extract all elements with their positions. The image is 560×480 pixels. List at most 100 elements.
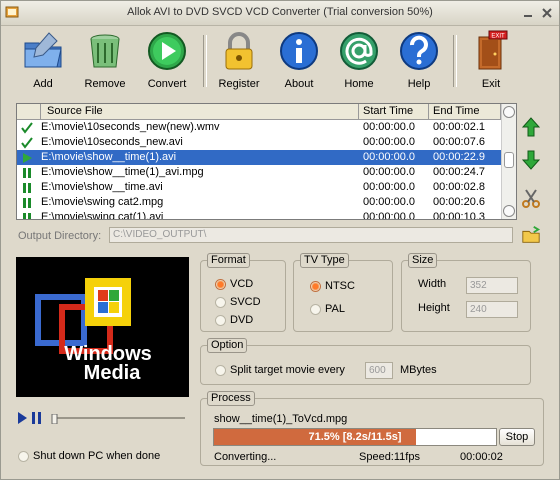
format-title: Format [207, 253, 250, 268]
format-dvd-label: DVD [230, 314, 254, 326]
row-source-file: E:\movie\swing cat(1).avi [41, 211, 164, 220]
row-start-time: 00:00:00.0 [363, 211, 415, 220]
pause-icon[interactable] [32, 412, 35, 424]
tv-ntsc-label: NTSC [325, 280, 355, 292]
row-source-file: E:\movie\show__time(1).avi [41, 151, 177, 163]
row-start-time: 00:00:00.0 [363, 151, 415, 163]
header-start-time[interactable]: Start Time [359, 104, 429, 119]
remove-button[interactable]: Remove [77, 29, 133, 93]
exit-button[interactable]: EXIT Exit [463, 29, 519, 93]
preview-seek-slider[interactable] [51, 413, 187, 425]
table-row[interactable]: E:\movie\show__time(1).avi 00:00:00.0 00:0… [17, 150, 501, 165]
table-row[interactable]: E:\movie\swing cat(1).avi 00:00:00.0 00:00… [17, 210, 501, 220]
option-group: Option Split target movie every 600 MByt… [200, 338, 531, 385]
logo-line2: Media [84, 362, 142, 384]
row-end-time: 00:00:20.6 [433, 196, 485, 208]
browse-folder-icon[interactable] [521, 225, 541, 245]
title-bar: Allok AVI to DVD SVCD VCD Converter (Tri… [1, 1, 559, 26]
row-source-file: E:\movie\show__time(1)_avi.mpg [41, 166, 204, 178]
app-window: Allok AVI to DVD SVCD VCD Converter (Tri… [0, 0, 560, 480]
table-row[interactable]: E:\movie\show__time(1)_avi.mpg 00:00:00.0… [17, 165, 501, 180]
help-button[interactable]: Help [391, 29, 447, 93]
table-row[interactable]: E:\movie\10seconds_new.avi 00:00:00.0 00:0… [17, 135, 501, 150]
exit-door-icon: EXIT [478, 30, 508, 70]
row-start-time: 00:00:00.0 [363, 196, 415, 208]
table-row[interactable]: E:\movie\swing cat2.mpg 00:00:00.0 00:00:2… [17, 195, 501, 210]
format-vcd-label: VCD [230, 278, 254, 290]
home-button[interactable]: Home [331, 29, 387, 93]
convert-label: Convert [147, 78, 187, 90]
width-label: Width [418, 278, 447, 290]
window-title: Allok AVI to DVD SVCD VCD Converter (Tri… [127, 6, 433, 18]
scroll-up-button[interactable] [503, 106, 515, 118]
source-file-list[interactable]: Source File Start Time End Time E:\movie… [16, 103, 517, 220]
close-icon[interactable] [540, 6, 554, 20]
split-checkbox[interactable] [215, 365, 226, 376]
row-end-time: 00:00:24.7 [433, 166, 485, 178]
pause-icon [23, 198, 31, 208]
folder-add-icon [24, 32, 62, 68]
progress-text: 71.5% [8.2s/11.5s] [308, 431, 402, 443]
table-row[interactable]: E:\movie\show__time.avi 00:00:00.0 00:00:0… [17, 180, 501, 195]
height-field[interactable]: 240 [466, 301, 518, 318]
toolbar: Add Remove Convert Register About Home H… [7, 29, 551, 93]
stop-button[interactable]: Stop [499, 428, 535, 446]
add-button[interactable]: Add [15, 29, 71, 93]
width-field[interactable]: 352 [466, 277, 518, 294]
play-icon [23, 153, 32, 163]
player-controls [18, 412, 41, 424]
pause-icon [23, 168, 31, 178]
shutdown-checkbox[interactable] [18, 451, 29, 462]
toolbar-separator [453, 35, 457, 87]
trash-icon [90, 34, 120, 68]
home-label: Home [344, 78, 374, 90]
move-down-arrow-icon[interactable] [520, 149, 542, 171]
tv-pal-label: PAL [325, 303, 345, 315]
windows-media-logo: Windows Media [35, 278, 152, 384]
format-svcd-label: SVCD [230, 296, 261, 308]
row-source-file: E:\movie\show__time.avi [41, 181, 163, 193]
register-button[interactable]: Register [211, 29, 267, 93]
row-end-time: 00:00:22.9 [433, 151, 485, 163]
output-directory-field[interactable]: C:\VIDEO_OUTPUT\ [109, 227, 513, 243]
about-button[interactable]: About [271, 29, 327, 93]
height-label: Height [418, 302, 450, 314]
scissors-icon[interactable] [520, 187, 542, 209]
table-row[interactable]: E:\movie\10seconds_new(new).wmv 00:00:00.… [17, 120, 501, 135]
move-up-arrow-icon[interactable] [520, 116, 542, 138]
process-status: Converting... [214, 451, 277, 463]
play-circle-icon [148, 32, 186, 70]
row-start-time: 00:00:00.0 [363, 136, 415, 148]
header-source-file[interactable]: Source File [41, 104, 359, 119]
split-size-field[interactable]: 600 [365, 362, 393, 379]
process-speed: Speed:11fps [359, 451, 420, 463]
remove-label: Remove [84, 78, 126, 90]
tv-ntsc-radio[interactable] [310, 281, 321, 292]
size-group: Size Width 352 Height 240 [401, 253, 531, 332]
process-time: 00:00:02 [460, 451, 503, 463]
scroll-down-button[interactable] [503, 205, 515, 217]
header-end-time[interactable]: End Time [429, 104, 501, 119]
header-status-column[interactable] [17, 104, 41, 119]
info-icon [280, 32, 318, 70]
format-svcd-radio[interactable] [215, 297, 226, 308]
minimize-icon[interactable] [521, 6, 535, 20]
row-start-time: 00:00:00.0 [363, 121, 415, 133]
conversion-progress-bar: 71.5% [8.2s/11.5s] [213, 428, 497, 446]
pause-icon [23, 183, 31, 193]
format-dvd-radio[interactable] [215, 315, 226, 326]
tv-pal-radio[interactable] [310, 304, 321, 315]
at-sign-icon [340, 32, 378, 70]
process-title: Process [207, 391, 255, 406]
shutdown-label: Shut down PC when done [33, 450, 161, 462]
row-end-time: 00:00:10.3 [433, 211, 485, 220]
list-scrollbar[interactable] [501, 104, 516, 219]
play-icon[interactable] [18, 412, 27, 424]
format-vcd-radio[interactable] [215, 279, 226, 290]
convert-button[interactable]: Convert [139, 29, 195, 93]
output-directory-label: Output Directory: [18, 230, 102, 242]
exit-label: Exit [481, 78, 501, 90]
register-label: Register [218, 78, 260, 90]
pause-icon [23, 213, 31, 219]
scroll-thumb[interactable] [504, 152, 514, 168]
